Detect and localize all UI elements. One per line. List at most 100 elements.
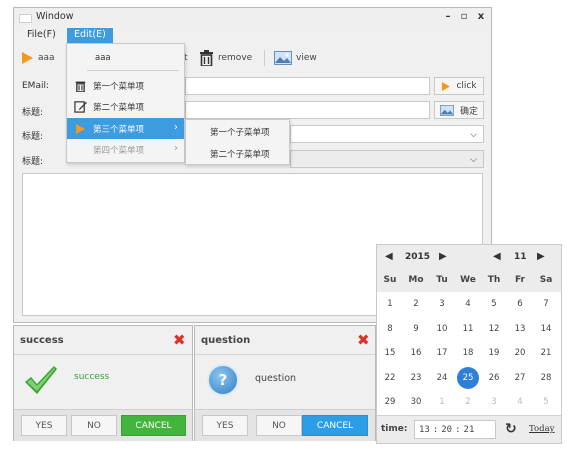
calendar-day[interactable]: 8 (377, 317, 403, 341)
calendar-day[interactable]: 18 (455, 341, 481, 365)
chevron-down-icon: ⌵ (470, 130, 477, 140)
calendar-day-label: 27 (514, 372, 526, 383)
menu-item-1[interactable]: 第一个菜单项 (67, 75, 184, 96)
confirm-button[interactable]: 确定 (434, 101, 484, 119)
calendar-day[interactable]: 3 (429, 292, 455, 316)
calendar-day-label: 7 (543, 299, 549, 309)
calendar-day[interactable]: 9 (403, 317, 429, 341)
calendar-day[interactable]: 10 (429, 317, 455, 341)
close-button[interactable]: x (475, 11, 487, 22)
close-icon[interactable]: ✖ (173, 331, 186, 349)
calendar-day[interactable]: 4 (507, 390, 533, 414)
submenu-item-2[interactable]: 第二个子菜单项 (186, 143, 289, 165)
calendar-day[interactable]: 6 (507, 292, 533, 316)
minute-value[interactable]: 20 (441, 425, 452, 435)
calendar-day-label: 1 (387, 299, 393, 309)
image-view-icon (274, 51, 292, 65)
toolbar-aaa-button[interactable]: aaa (20, 48, 55, 68)
prev-year-button[interactable]: ◀ (385, 251, 393, 262)
calendar-day-label: 17 (436, 348, 448, 358)
toolbar-separator (264, 50, 265, 66)
calendar-day[interactable]: 27 (507, 366, 533, 390)
time-separator: : (432, 424, 439, 435)
calendar-day[interactable]: 11 (455, 317, 481, 341)
today-link[interactable]: Today (529, 424, 554, 434)
dialog-divider (195, 354, 375, 355)
calendar-day[interactable]: 5 (533, 390, 559, 414)
click-button[interactable]: click (434, 77, 484, 95)
title-combo-2[interactable]: ⌵ (290, 150, 484, 168)
calendar-day-label: 2 (413, 299, 419, 309)
calendar-day[interactable]: 26 (481, 366, 507, 390)
next-month-button[interactable]: ▶ (537, 251, 545, 262)
time-input[interactable]: 13 : 20 : 21 (414, 420, 496, 439)
calendar-day[interactable]: 12 (481, 317, 507, 341)
calendar-day[interactable]: 23 (403, 366, 429, 390)
calendar-day[interactable]: 3 (481, 390, 507, 414)
window-icon (19, 14, 32, 23)
minimize-button[interactable]: – (442, 11, 454, 22)
calendar-day-label: 25 (457, 366, 479, 389)
submenu-item-1[interactable]: 第一个子菜单项 (186, 121, 289, 143)
calendar-day[interactable]: 24 (429, 366, 455, 390)
trash-icon (75, 81, 85, 92)
calendar-day[interactable]: 2 (403, 292, 429, 316)
yes-button[interactable]: YES (21, 415, 67, 436)
second-value[interactable]: 21 (464, 425, 475, 435)
calendar-day[interactable]: 14 (533, 317, 559, 341)
calendar-day-label: 14 (540, 323, 552, 334)
next-year-button[interactable]: ▶ (439, 251, 447, 262)
calendar-day[interactable]: 30 (403, 390, 429, 414)
question-dialog: question ✖ ? question YES NO CANCEL (194, 325, 376, 441)
hour-value[interactable]: 13 (419, 425, 430, 435)
calendar-day-label: 23 (410, 372, 422, 383)
calendar-day[interactable]: 25 (455, 366, 481, 390)
dialog-message: question (255, 373, 297, 384)
title-field-1[interactable] (185, 101, 430, 119)
calendar-day[interactable]: 7 (533, 292, 559, 316)
close-icon[interactable]: ✖ (357, 331, 370, 349)
calendar-day[interactable]: 5 (481, 292, 507, 316)
success-dialog: success ✖ success YES NO CANCEL (13, 325, 193, 441)
menu-item-aaa[interactable]: aaa (67, 47, 184, 68)
calendar-day[interactable]: 16 (403, 341, 429, 365)
calendar-day-label: 26 (488, 372, 500, 383)
calendar-day[interactable]: 4 (455, 292, 481, 316)
chevron-right-icon: › (174, 143, 178, 154)
menu-file[interactable]: File(F) (20, 28, 63, 43)
calendar-day[interactable]: 1 (377, 292, 403, 316)
calendar-day[interactable]: 22 (377, 366, 403, 390)
prev-month-button[interactable]: ◀ (493, 251, 501, 262)
menu-item-4[interactable]: 第四个菜单项 › (67, 139, 184, 160)
calendar-day[interactable]: 20 (507, 341, 533, 365)
dialog-footer: YES NO CANCEL (195, 409, 375, 441)
menu-edit[interactable]: Edit(E) (67, 28, 113, 43)
maximize-button[interactable]: ▫ (458, 11, 470, 22)
menu-item-label: 第四个菜单项 (93, 145, 145, 156)
calendar-day[interactable]: 15 (377, 341, 403, 365)
yes-button[interactable]: YES (202, 415, 248, 436)
email-field[interactable] (185, 77, 430, 95)
toolbar-view-button[interactable]: view (274, 48, 317, 68)
refresh-icon[interactable]: ↻ (505, 421, 517, 437)
calendar-day[interactable]: 13 (507, 317, 533, 341)
calendar-day[interactable]: 1 (429, 390, 455, 414)
cancel-button[interactable]: CANCEL (121, 415, 186, 436)
calendar-day[interactable]: 19 (481, 341, 507, 365)
no-button[interactable]: NO (256, 415, 302, 436)
calendar-day[interactable]: 28 (533, 366, 559, 390)
calendar-day[interactable]: 17 (429, 341, 455, 365)
menu-item-3[interactable]: 第三个菜单项 › (67, 118, 184, 139)
calendar-day[interactable]: 29 (377, 390, 403, 414)
click-button-label: click (456, 81, 477, 91)
calendar-day[interactable]: 2 (455, 390, 481, 414)
menu-item-2[interactable]: 第二个菜单项 (67, 96, 184, 117)
title-combo-1[interactable]: ⌵ (290, 125, 484, 143)
no-button[interactable]: NO (71, 415, 117, 436)
toolbar-remove-button[interactable]: remove (199, 48, 252, 68)
title-bar[interactable]: Window – ▫ x (14, 8, 491, 26)
calendar-day-label: 28 (540, 372, 552, 383)
weekday-header: Su Mo Tu We Th Fr Sa (377, 270, 561, 292)
calendar-day[interactable]: 21 (533, 341, 559, 365)
cancel-button[interactable]: CANCEL (302, 415, 368, 436)
